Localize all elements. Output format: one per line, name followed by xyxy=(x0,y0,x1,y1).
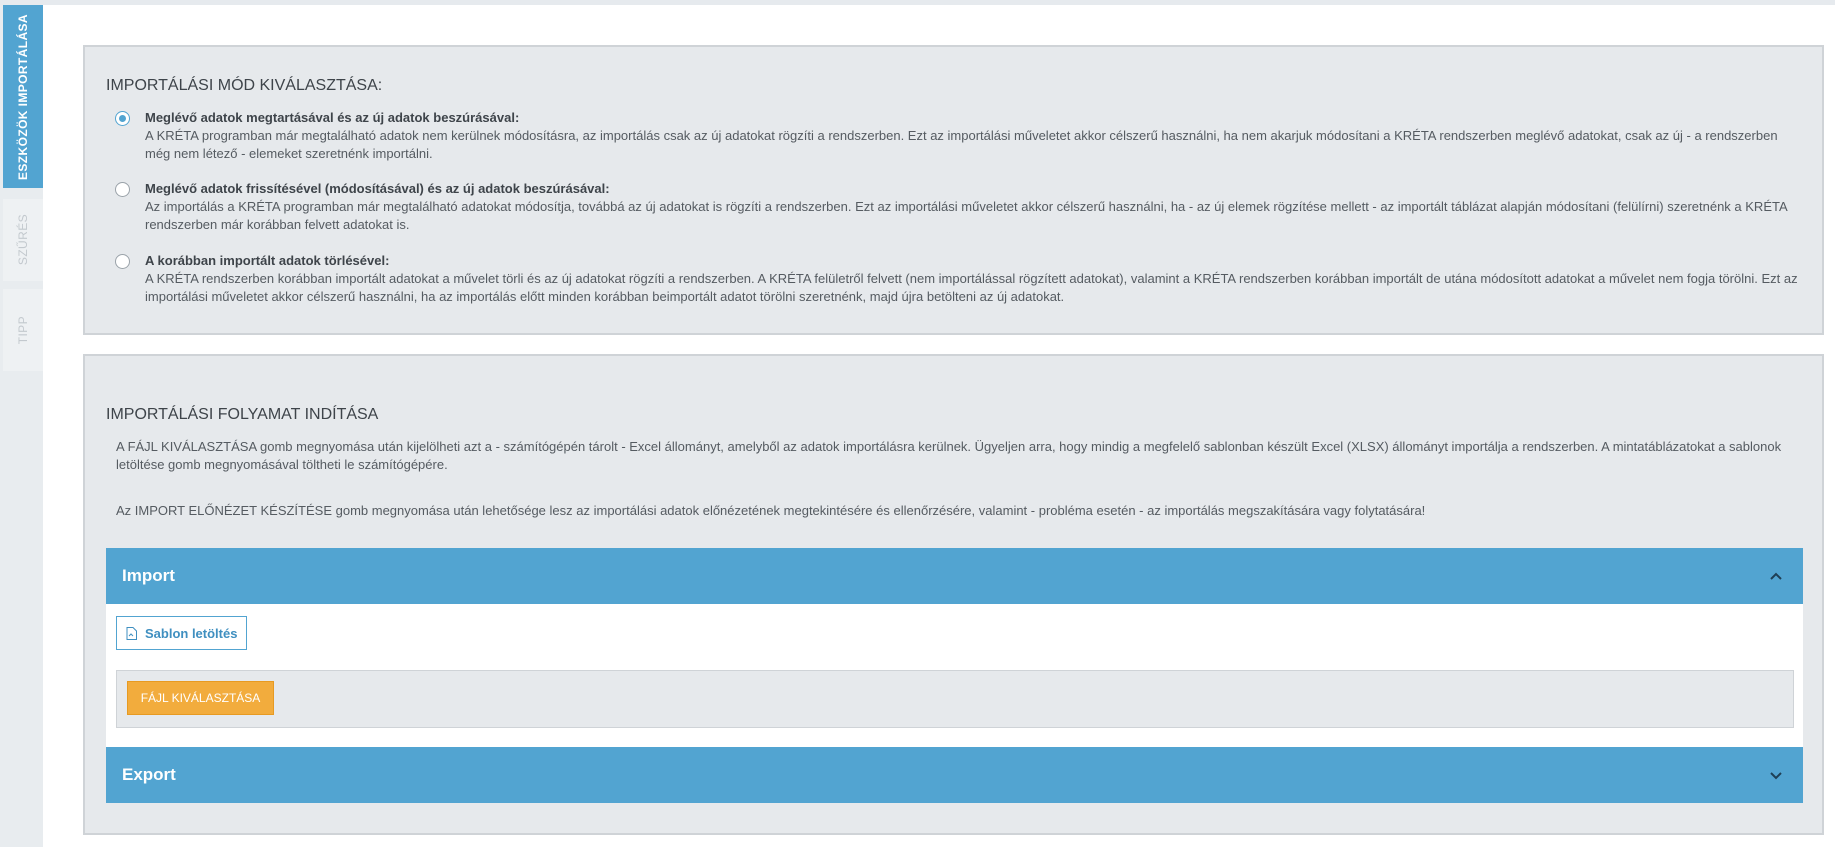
mode-option-description: A KRÉTA programban már megtalálható adat… xyxy=(145,128,1778,161)
import-accordion-body: Sablon letöltés FÁJL KIVÁLASZTÁSA xyxy=(106,604,1803,747)
import-process-panel: IMPORTÁLÁSI FOLYAMAT INDÍTÁSA A FÁJL KIV… xyxy=(83,354,1824,835)
mode-option-keep-radio[interactable] xyxy=(115,111,130,126)
mode-option-description: Az importálás a KRÉTA programban már meg… xyxy=(145,199,1787,232)
side-tab-label: SZŰRÉS xyxy=(16,214,30,266)
side-tab-tipp[interactable]: TIPP xyxy=(3,289,43,371)
choose-file-button[interactable]: FÁJL KIVÁLASZTÁSA xyxy=(127,681,274,715)
mode-option-title: A korábban importált adatok törlésével: xyxy=(145,253,390,268)
mode-option-delete[interactable]: A korábban importált adatok törlésével: … xyxy=(115,252,1805,306)
file-icon xyxy=(126,626,137,640)
import-mode-title: IMPORTÁLÁSI MÓD KIVÁLASZTÁSA: xyxy=(106,77,383,94)
mode-option-title: Meglévő adatok megtartásával és az új ad… xyxy=(145,110,520,125)
mode-option-update[interactable]: Meglévő adatok frissítésével (módosításá… xyxy=(115,180,1805,234)
template-download-label: Sablon letöltés xyxy=(145,625,238,641)
template-download-button[interactable]: Sablon letöltés xyxy=(116,616,247,650)
preview-help-text: Az IMPORT ELŐNÉZET KÉSZÍTÉSE gomb megnyo… xyxy=(116,503,1426,518)
mode-option-update-radio[interactable] xyxy=(115,182,130,197)
chevron-down-icon xyxy=(1770,772,1782,780)
chevron-up-icon xyxy=(1770,572,1782,580)
mode-option-title: Meglévő adatok frissítésével (módosításá… xyxy=(145,181,610,196)
file-upload-area: FÁJL KIVÁLASZTÁSA xyxy=(116,670,1794,728)
mode-option-delete-radio[interactable] xyxy=(115,254,130,269)
top-bar xyxy=(0,0,1835,5)
side-tab-szures[interactable]: SZŰRÉS xyxy=(3,199,43,281)
mode-option-keep[interactable]: Meglévő adatok megtartásával és az új ad… xyxy=(115,109,1805,163)
import-help-text: A FÁJL KIVÁLASZTÁSA gomb megnyomása után… xyxy=(116,439,1782,472)
mode-option-description: A KRÉTA rendszerben korábban importált a… xyxy=(145,271,1798,304)
side-tabs: ESZKÖZÖK IMPORTÁLÁSA SZŰRÉS TIPP xyxy=(0,5,43,847)
side-tab-label: ESZKÖZÖK IMPORTÁLÁSA xyxy=(16,13,30,180)
import-process-title: IMPORTÁLÁSI FOLYAMAT INDÍTÁSA xyxy=(106,406,379,423)
import-accordion-title: Import xyxy=(122,566,175,585)
side-tab-label: TIPP xyxy=(16,315,30,345)
import-mode-panel: IMPORTÁLÁSI MÓD KIVÁLASZTÁSA: Meglévő ad… xyxy=(83,45,1824,335)
export-accordion-header[interactable]: Export xyxy=(106,747,1803,803)
side-tab-eszkozok-importalasa[interactable]: ESZKÖZÖK IMPORTÁLÁSA xyxy=(3,5,43,188)
export-accordion-title: Export xyxy=(122,765,176,784)
import-accordion-header[interactable]: Import xyxy=(106,548,1803,604)
